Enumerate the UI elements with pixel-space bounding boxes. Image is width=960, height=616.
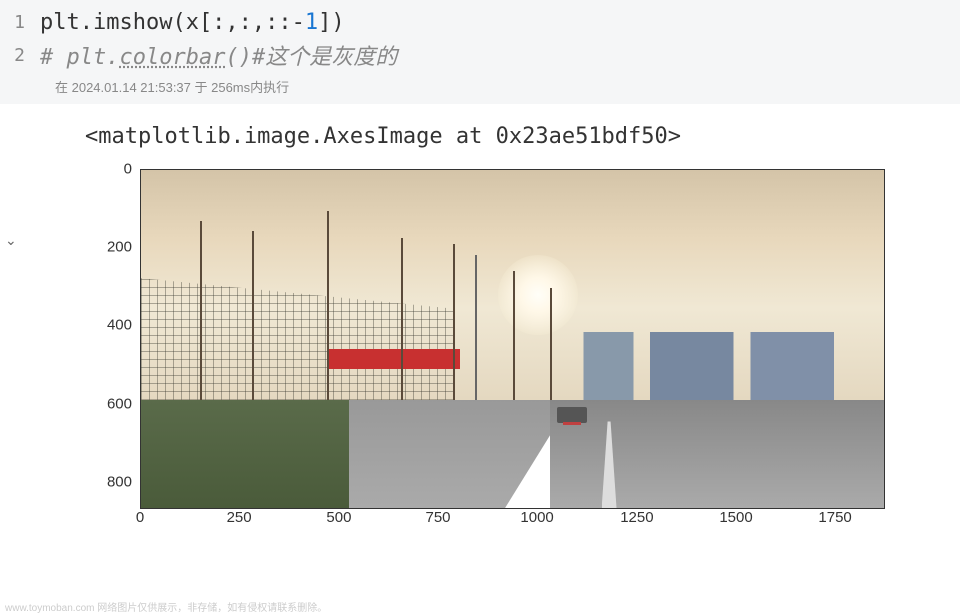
sun	[498, 255, 578, 335]
x-tick: 1750	[818, 509, 851, 526]
x-tick: 750	[425, 509, 450, 526]
watermark: www.toymoban.com 网络图片仅供展示，非存储，如有侵权请联系删除。	[5, 599, 327, 614]
car	[557, 407, 587, 424]
y-tick: 600	[107, 395, 132, 412]
red-banner	[327, 349, 461, 369]
y-tick: 800	[107, 473, 132, 490]
y-tick: 400	[107, 317, 132, 334]
x-tick: 250	[227, 509, 252, 526]
matplotlib-figure: 0 200 400 600 800	[85, 169, 885, 529]
output-area: <matplotlib.image.AxesImage at 0x23ae51b…	[0, 104, 960, 529]
tree	[513, 271, 515, 399]
line-number: 1	[0, 12, 40, 33]
tree	[453, 244, 455, 406]
ground	[141, 400, 884, 508]
x-tick: 1500	[719, 509, 752, 526]
code-cell[interactable]: 1 plt.imshow(x[:,:,::-1]) 2 # plt.colorb…	[0, 0, 960, 104]
tree	[252, 231, 254, 407]
x-tick: 500	[326, 509, 351, 526]
tree	[200, 221, 202, 407]
street-pole	[475, 255, 477, 407]
y-tick: 0	[124, 161, 132, 178]
buildings	[550, 332, 884, 400]
tree	[401, 238, 403, 407]
code-content-comment: # plt.colorbar()#这个是灰度的	[40, 39, 397, 71]
collapse-icon[interactable]: ⌄	[5, 232, 17, 249]
output-repr: <matplotlib.image.AxesImage at 0x23ae51b…	[85, 124, 960, 149]
code-line-2[interactable]: 2 # plt.colorbar()#这个是灰度的	[0, 37, 960, 73]
tree	[327, 211, 329, 407]
fence-ground	[141, 400, 364, 508]
line-number: 2	[0, 45, 40, 66]
road	[550, 400, 884, 508]
code-content: plt.imshow(x[:,:,::-1])	[40, 10, 345, 35]
execution-info: 在 2024.01.14 21:53:37 于 256ms内执行	[0, 73, 960, 96]
x-tick: 1250	[620, 509, 653, 526]
code-line-1[interactable]: 1 plt.imshow(x[:,:,::-1])	[0, 8, 960, 37]
sidewalk	[349, 400, 572, 508]
y-axis: 0 200 400 600 800	[85, 169, 140, 509]
x-axis: 0 250 500 750 1000 1250 1500 1750	[140, 509, 885, 529]
y-tick: 200	[107, 239, 132, 256]
x-tick: 1000	[520, 509, 553, 526]
plot-image-area	[140, 169, 885, 509]
x-tick: 0	[136, 509, 144, 526]
tree	[550, 288, 552, 400]
